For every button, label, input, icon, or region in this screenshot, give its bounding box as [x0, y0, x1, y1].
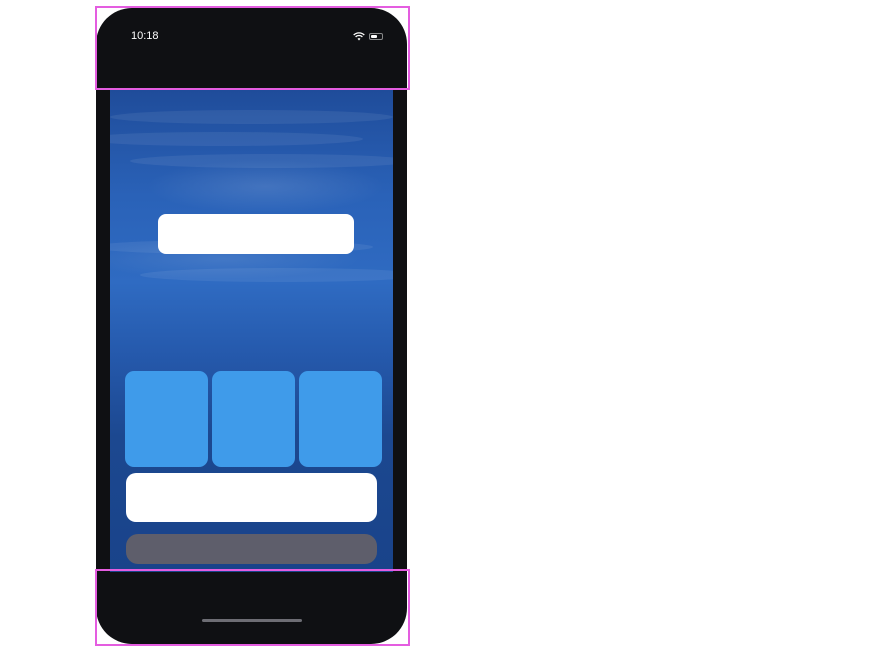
app-screen — [110, 90, 393, 572]
wide-input-card[interactable] — [126, 473, 377, 522]
battery-level — [371, 35, 377, 38]
tile-right[interactable] — [299, 371, 382, 467]
status-icons — [353, 32, 383, 41]
background-wave — [110, 110, 393, 124]
phone-frame: 10:18 — [96, 8, 407, 644]
home-indicator[interactable] — [202, 619, 302, 622]
background-wave — [110, 132, 363, 146]
background-wave — [140, 268, 393, 282]
disabled-button[interactable] — [126, 534, 377, 564]
top-input-card[interactable] — [158, 214, 354, 254]
tile-middle[interactable] — [212, 371, 295, 467]
tile-row — [125, 371, 382, 467]
status-time: 10:18 — [131, 30, 159, 42]
background-wave — [130, 154, 393, 168]
battery-icon — [369, 33, 383, 40]
status-bar: 10:18 — [96, 8, 407, 68]
tile-left[interactable] — [125, 371, 208, 467]
wifi-icon — [353, 32, 365, 41]
